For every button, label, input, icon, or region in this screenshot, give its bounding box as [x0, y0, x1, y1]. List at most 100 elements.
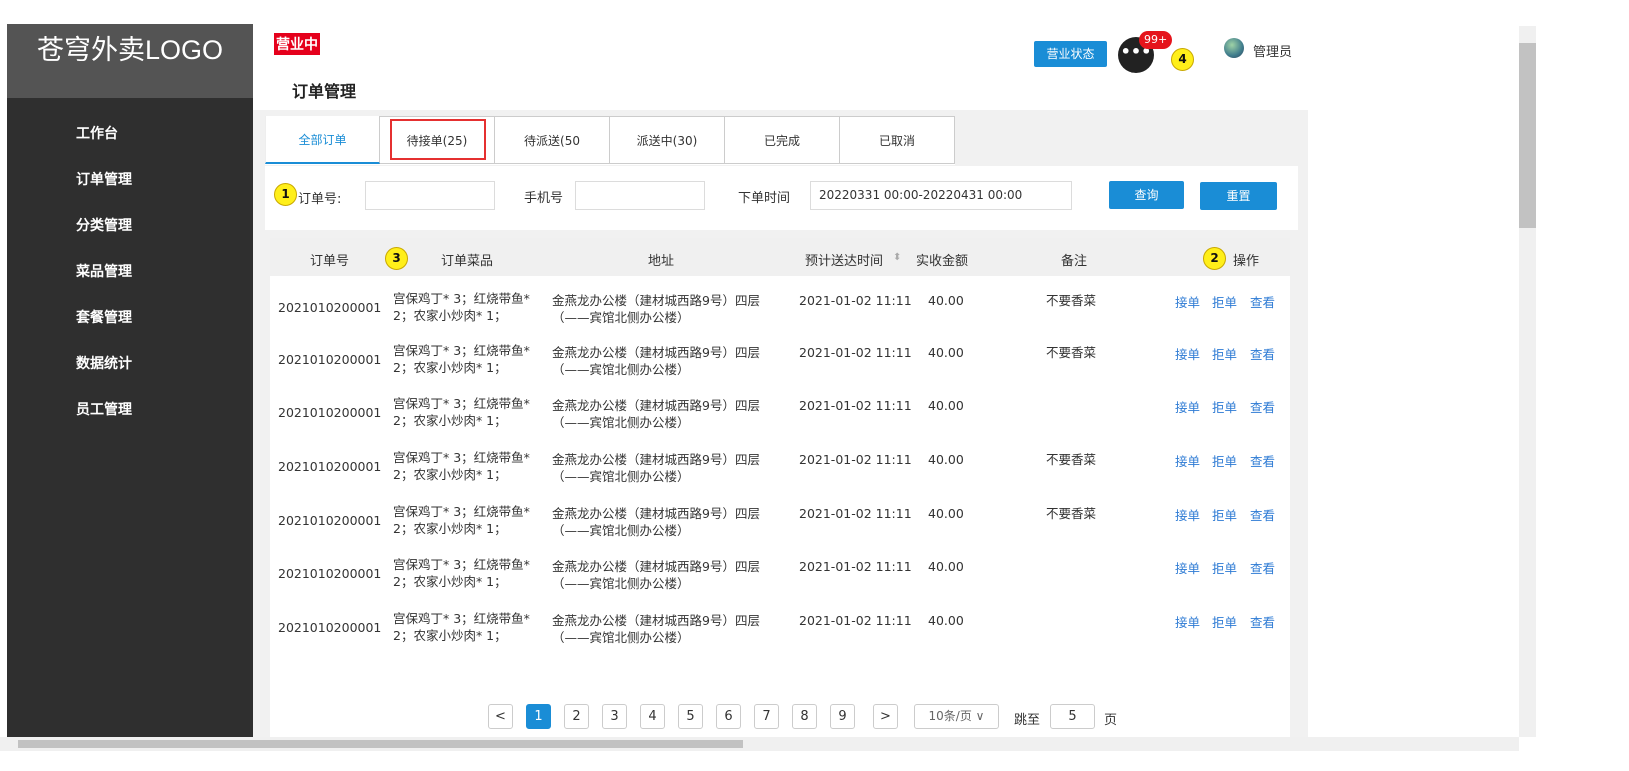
accept-order-link[interactable]: 接单 — [1175, 612, 1200, 631]
col-actions: 操作 — [1233, 254, 1260, 269]
jump-page-input[interactable]: 5 — [1050, 704, 1095, 729]
phone-input[interactable] — [575, 181, 705, 210]
page-4-button[interactable]: 4 — [640, 704, 665, 729]
address-cell: 金燕龙办公楼（建材城西路9号）四层（——宾馆北侧办公楼） — [552, 506, 760, 538]
app-logo: 苍穹外卖LOGO — [7, 24, 253, 98]
annotation-marker-4: 4 — [1171, 48, 1194, 71]
reject-order-link[interactable]: 拒单 — [1212, 505, 1237, 524]
eta-cell: 2021-01-02 11:11 — [799, 452, 912, 467]
dishes-cell: 宫保鸡丁* 3；红烧带鱼* 2；农家小炒肉* 1； — [393, 291, 530, 323]
col-order-no: 订单号 — [310, 254, 350, 269]
reject-order-link[interactable]: 拒单 — [1212, 397, 1237, 416]
page-7-button[interactable]: 7 — [754, 704, 779, 729]
accept-order-link[interactable]: 接单 — [1175, 397, 1200, 416]
reject-order-link[interactable]: 拒单 — [1212, 558, 1237, 577]
page-size-select[interactable]: 10条/页 ∨ — [914, 704, 999, 729]
sidebar-item-employees[interactable]: 员工管理 — [76, 399, 132, 419]
page-2-button[interactable]: 2 — [564, 704, 589, 729]
view-order-link[interactable]: 查看 — [1250, 505, 1275, 524]
table-header — [270, 238, 1290, 276]
message-badge: 99+ — [1139, 31, 1173, 49]
order-no-cell: 2021010200001 — [278, 513, 382, 528]
accept-order-link[interactable]: 接单 — [1175, 558, 1200, 577]
remark-cell: 不要香菜 — [1046, 506, 1097, 521]
view-order-link[interactable]: 查看 — [1250, 292, 1275, 311]
order-no-input[interactable] — [365, 181, 495, 210]
tab-completed[interactable]: 已完成 — [725, 116, 840, 164]
amount-cell: 40.00 — [928, 293, 964, 308]
view-order-link[interactable]: 查看 — [1250, 558, 1275, 577]
address-cell: 金燕龙办公楼（建材城西路9号）四层（——宾馆北侧办公楼） — [552, 613, 760, 645]
sidebar-item-categories[interactable]: 分类管理 — [76, 215, 132, 235]
page-5-button[interactable]: 5 — [678, 704, 703, 729]
tab-pending-delivery[interactable]: 待派送(50 — [495, 116, 610, 164]
avatar[interactable] — [1224, 38, 1244, 58]
page-1-button[interactable]: 1 — [526, 704, 551, 729]
sidebar-item-statistics[interactable]: 数据统计 — [76, 353, 132, 373]
accept-order-link[interactable]: 接单 — [1175, 344, 1200, 363]
reject-order-link[interactable]: 拒单 — [1212, 451, 1237, 470]
sidebar-item-dishes[interactable]: 菜品管理 — [76, 261, 132, 281]
amount-cell: 40.00 — [928, 452, 964, 467]
query-button[interactable]: 查询 — [1109, 181, 1184, 209]
view-order-link[interactable]: 查看 — [1250, 397, 1275, 416]
accept-order-link[interactable]: 接单 — [1175, 505, 1200, 524]
tab-cancelled[interactable]: 已取消 — [840, 116, 955, 164]
annotation-marker-3: 3 — [385, 247, 408, 270]
view-order-link[interactable]: 查看 — [1250, 451, 1275, 470]
next-page-button[interactable]: > — [873, 704, 898, 729]
business-status-button[interactable]: 营业状态 — [1034, 41, 1107, 67]
order-time-range-input[interactable]: 20220331 00:00-20220431 00:00 — [810, 181, 1072, 210]
address-cell: 金燕龙办公楼（建材城西路9号）四层（——宾馆北侧办公楼） — [552, 398, 760, 430]
page-3-button[interactable]: 3 — [602, 704, 627, 729]
amount-cell: 40.00 — [928, 345, 964, 360]
page-9-button[interactable]: 9 — [830, 704, 855, 729]
page-8-button[interactable]: 8 — [792, 704, 817, 729]
eta-cell: 2021-01-02 11:11 — [799, 345, 912, 360]
tab-delivering[interactable]: 派送中(30) — [610, 116, 725, 164]
dishes-cell: 宫保鸡丁* 3；红烧带鱼* 2；农家小炒肉* 1； — [393, 396, 530, 428]
eta-cell: 2021-01-02 11:11 — [799, 613, 912, 628]
tab-highlight-box — [390, 119, 486, 160]
col-address: 地址 — [648, 254, 675, 269]
shop-status-label: 营业中 — [274, 33, 320, 55]
reject-order-link[interactable]: 拒单 — [1212, 612, 1237, 631]
sidebar-item-combos[interactable]: 套餐管理 — [76, 307, 132, 327]
order-no-label: 订单号: — [298, 192, 342, 207]
reset-button[interactable]: 重置 — [1200, 182, 1277, 210]
remark-cell: 不要香菜 — [1046, 345, 1097, 360]
sort-icon[interactable]: ⬍ — [893, 252, 901, 263]
amount-cell: 40.00 — [928, 398, 964, 413]
accept-order-link[interactable]: 接单 — [1175, 292, 1200, 311]
vertical-scrollbar-thumb[interactable] — [1519, 43, 1536, 228]
col-eta[interactable]: 预计送达时间 — [805, 250, 883, 269]
order-no-cell: 2021010200001 — [278, 352, 382, 367]
amount-cell: 40.00 — [928, 506, 964, 521]
sidebar-item-dashboard[interactable]: 工作台 — [76, 123, 118, 143]
horizontal-scrollbar-thumb[interactable] — [18, 740, 743, 748]
page-6-button[interactable]: 6 — [716, 704, 741, 729]
address-cell: 金燕龙办公楼（建材城西路9号）四层（——宾馆北侧办公楼） — [552, 293, 760, 325]
address-cell: 金燕龙办公楼（建材城西路9号）四层（——宾馆北侧办公楼） — [552, 452, 760, 484]
page-title: 订单管理 — [292, 82, 357, 101]
view-order-link[interactable]: 查看 — [1250, 344, 1275, 363]
dishes-cell: 宫保鸡丁* 3；红烧带鱼* 2；农家小炒肉* 1； — [393, 504, 530, 536]
view-order-link[interactable]: 查看 — [1250, 612, 1275, 631]
tab-all-orders[interactable]: 全部订单 — [265, 116, 380, 164]
dishes-cell: 宫保鸡丁* 3；红烧带鱼* 2；农家小炒肉* 1； — [393, 557, 530, 589]
sidebar-item-orders[interactable]: 订单管理 — [76, 169, 132, 189]
reject-order-link[interactable]: 拒单 — [1212, 292, 1237, 311]
eta-cell: 2021-01-02 11:11 — [799, 506, 912, 521]
reject-order-link[interactable]: 拒单 — [1212, 344, 1237, 363]
dishes-cell: 宫保鸡丁* 3；红烧带鱼* 2；农家小炒肉* 1； — [393, 450, 530, 482]
amount-cell: 40.00 — [928, 559, 964, 574]
sidebar: 苍穹外卖LOGO — [7, 24, 253, 737]
eta-cell: 2021-01-02 11:11 — [799, 398, 912, 413]
accept-order-link[interactable]: 接单 — [1175, 451, 1200, 470]
admin-name[interactable]: 管理员 — [1253, 41, 1292, 60]
dishes-cell: 宫保鸡丁* 3；红烧带鱼* 2；农家小炒肉* 1； — [393, 611, 530, 643]
address-cell: 金燕龙办公楼（建材城西路9号）四层（——宾馆北侧办公楼） — [552, 559, 760, 591]
eta-cell: 2021-01-02 11:11 — [799, 293, 912, 308]
prev-page-button[interactable]: < — [488, 704, 513, 729]
page-size-value: 10条/页 — [928, 709, 972, 723]
